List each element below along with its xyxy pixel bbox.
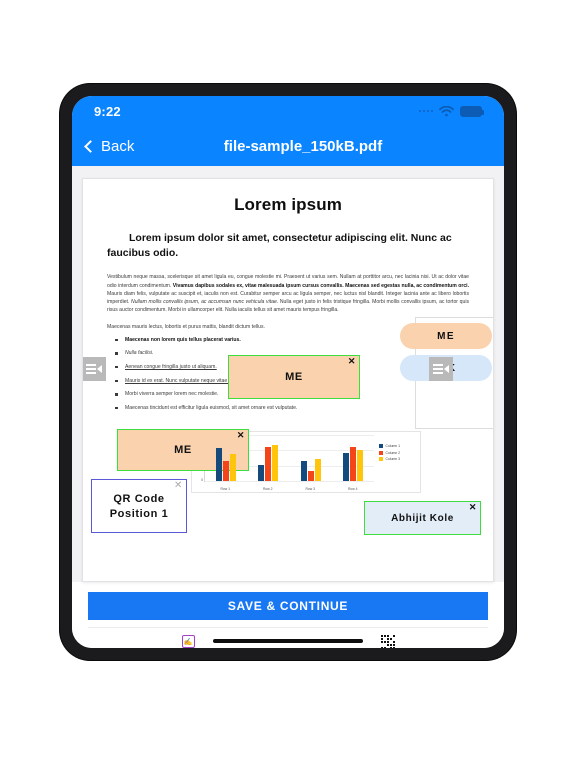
chart-x-tick: Row 1 [220,487,231,491]
document-title: file-sample_150kB.pdf [223,137,383,155]
chart-bar [216,448,223,481]
pdf-paragraph: Vestibulum neque massa, scelerisque sit … [107,273,469,314]
battery-icon [460,105,484,117]
qr-label-line-1: QR Code [113,492,165,505]
close-icon[interactable]: ✕ [348,357,356,366]
status-time: 9:22 [94,103,121,119]
chart-bar [356,450,363,481]
pdf-subheading: Lorem ipsum dolor sit amet, consectetur … [107,232,452,260]
chart-legend-label: Column 1 [385,444,401,448]
close-icon[interactable]: ✕ [237,431,245,440]
chart-frame: 6420 Row 1Row 2Row 3Row 4 Column 1Column… [191,431,421,493]
collapse-panel-icon [86,364,102,374]
qr-cell [392,646,395,648]
chart-bar-group [216,435,237,481]
chart-bar-group [258,435,279,481]
chart-legend-item: Column 3 [379,457,420,461]
qr-label-line-2: Position 1 [109,507,169,520]
embedded-bar-chart: 6420 Row 1Row 2Row 3Row 4 Column 1Column… [191,431,421,493]
status-bar: 9:22 [72,96,504,126]
collapse-panel-icon-left[interactable] [83,357,106,381]
wifi-icon [439,105,454,116]
status-indicators [418,105,484,117]
chart-y-tick: 0 [201,477,203,482]
qr-code-placeholder-1[interactable]: ✕ QR Code Position 1 [91,479,187,533]
device-frame: 9:22 Back file-sample_150kB.pdf Lorem ip… [60,84,516,660]
chart-x-tick: Row 3 [305,487,316,491]
chart-bar [272,444,279,481]
pdf-viewer[interactable]: Lorem ipsum Lorem ipsum dolor sit amet, … [72,166,504,582]
chart-bar [349,446,356,481]
chart-bar [265,447,272,481]
close-icon[interactable]: ✕ [469,503,477,512]
roster-chip-label: ME [437,330,455,342]
chart-x-axis: Row 1 Row 2 Row 3 Row 4 [204,487,374,491]
chart-bar [223,461,230,481]
chart-legend-swatch [379,444,383,448]
chart-x-tick: Row 2 [262,487,273,491]
chart-legend-item: Column 2 [379,450,420,455]
collapse-panel-icon [433,364,449,374]
chart-bar [258,464,265,481]
chart-bar [230,454,237,481]
chart-bar-group [342,435,363,481]
chart-legend-swatch [379,457,383,461]
collapse-panel-icon-right[interactable] [429,357,453,381]
chart-bar [342,453,349,481]
signal-dots-icon [418,109,433,113]
roster-chip-me[interactable]: ME [400,323,492,349]
chevron-left-icon [84,139,97,153]
chart-bar [314,458,321,481]
list-item-text: Aenean congue fringilla justo ut aliquam… [125,363,217,370]
signature-label: Abhijit Kole [391,512,454,524]
chart-legend-label: Column 2 [385,450,401,455]
back-button[interactable]: Back [84,137,135,155]
chart-legend-swatch [379,450,383,455]
signature-label: ME [285,371,303,383]
list-item-text: Maecenas non lorem quis tellus placerat … [125,336,241,343]
signature-placeholder-abhijit-kole[interactable]: ✕ Abhijit Kole [364,501,481,535]
chart-bars [204,435,374,482]
qr-code-icon [381,635,395,648]
close-icon[interactable]: ✕ [174,481,183,491]
signature-label: ME [174,444,192,456]
chart-legend-item: Column 1 [379,444,420,448]
list-item-text: Maecenas tincidunt est efficitur ligula … [125,404,298,411]
chart-bar-group [300,435,321,481]
chart-legend: Column 1 Column 2 Column 3 [376,432,420,492]
pdf-page[interactable]: Lorem ipsum Lorem ipsum dolor sit amet, … [82,178,494,582]
list-item-text: Morbi viverra semper lorem nec molestie. [125,391,219,398]
home-indicator [213,639,363,643]
signature-placeholder-me-1[interactable]: ✕ ME [228,355,360,399]
signatory-roster-panel: ME A K [400,317,493,429]
chart-plot-area: 6420 Row 1Row 2Row 3Row 4 [192,432,376,492]
device-screen: 9:22 Back file-sample_150kB.pdf Lorem ip… [72,96,504,648]
tool-row: ✍ Add Signatory Add QR Code [88,627,488,648]
pdf-heading: Lorem ipsum [234,195,342,214]
list-item-text: Nulla facilisi. [125,350,154,357]
chart-legend-label: Column 3 [385,457,401,461]
para-part-2-bold: Vivamus dapibus sodales ex, vitae malesu… [172,282,469,289]
para-part-4-italic: Nullam mollis convallis ipsum, ac accums… [131,299,279,306]
signature-icon: ✍ [181,635,195,648]
chart-bar [307,471,314,481]
chart-bar [300,461,307,481]
nav-bar: Back file-sample_150kB.pdf [72,126,504,166]
chart-x-tick: Row 4 [347,487,358,491]
back-label: Back [101,137,135,155]
chart-gridline [205,481,374,482]
save-and-continue-button[interactable]: SAVE & CONTINUE [88,592,488,620]
